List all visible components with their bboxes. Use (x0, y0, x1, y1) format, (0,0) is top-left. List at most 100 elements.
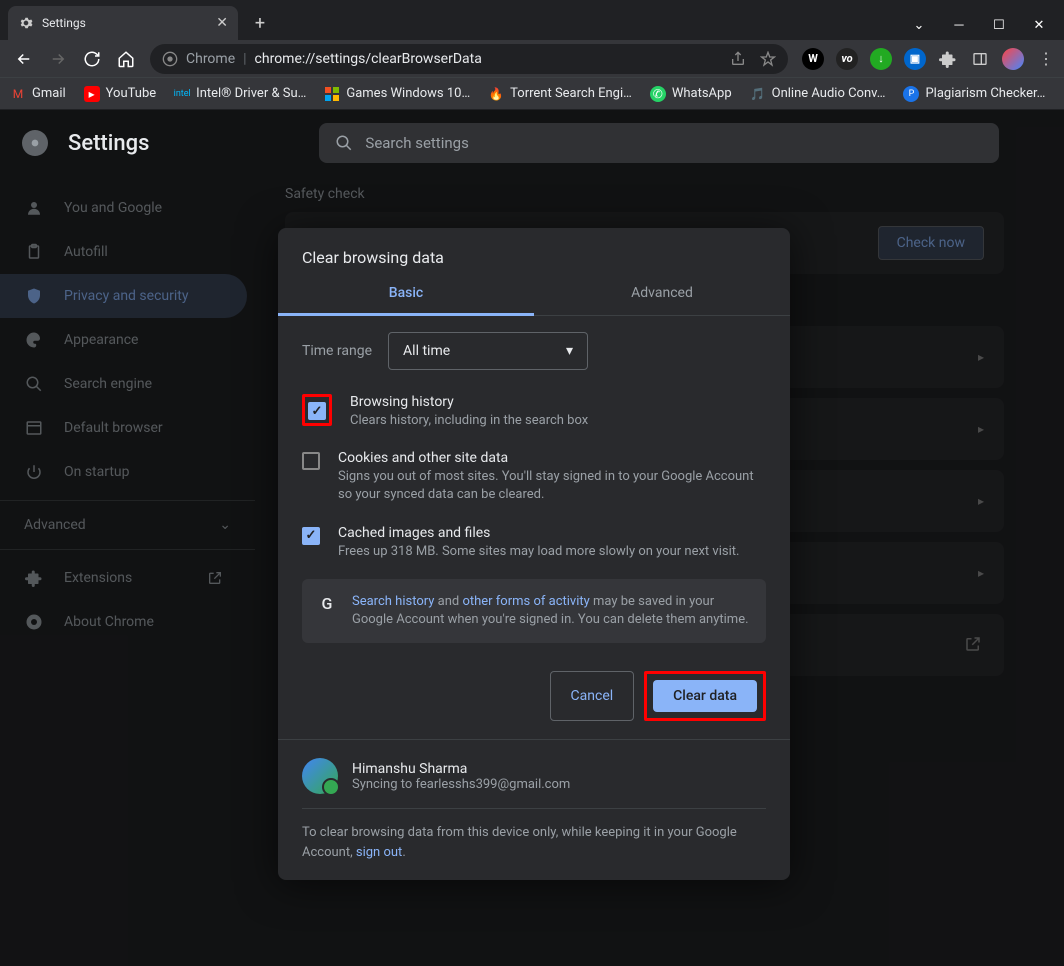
chevron-down-icon: ⌄ (219, 517, 231, 533)
settings-header: Settings Search settings (0, 110, 1064, 176)
close-window-icon[interactable]: ✕ (1030, 16, 1048, 34)
dropdown-arrow-icon: ▾ (566, 343, 573, 359)
profile-avatar-icon[interactable] (1002, 48, 1024, 70)
ext-icon-1[interactable]: W (802, 48, 824, 70)
settings-icon (18, 15, 34, 31)
chevron-right-icon: ▸ (978, 494, 984, 508)
window-controls: ⌄ ─ ☐ ✕ (910, 16, 1064, 40)
search-history-link[interactable]: Search history (352, 594, 434, 609)
palette-icon (24, 330, 44, 350)
sidebar-item-privacy[interactable]: Privacy and security (0, 274, 247, 318)
bookmarks-bar: MGmail ▸YouTube intelIntel® Driver & Su…… (0, 78, 1064, 110)
forward-icon[interactable] (48, 49, 68, 69)
sidebar-item-autofill[interactable]: Autofill (0, 230, 247, 274)
google-g-icon: G (316, 593, 338, 615)
option-cached[interactable]: Cached images and files Frees up 318 MB.… (302, 515, 766, 571)
tab-advanced[interactable]: Advanced (534, 271, 790, 315)
extension-icons: W vo ↓ ▣ ⋮ (796, 48, 1056, 70)
checkbox[interactable] (302, 527, 320, 545)
toolbar: Chrome | chrome://settings/clearBrowserD… (0, 40, 1064, 78)
clipboard-icon (24, 242, 44, 262)
other-activity-link[interactable]: other forms of activity (462, 594, 589, 609)
url-scheme: Chrome (186, 51, 235, 67)
sidebar-item-default-browser[interactable]: Default browser (0, 406, 247, 450)
sidebar-item-about[interactable]: About Chrome (0, 600, 247, 644)
minimize-icon[interactable]: ─ (950, 16, 968, 34)
browser-icon (24, 418, 44, 438)
sidebar-item-on-startup[interactable]: On startup (0, 450, 247, 494)
profile-row: Himanshu Sharma Syncing to fearlesshs399… (302, 758, 766, 794)
clear-data-button[interactable]: Clear data (653, 680, 757, 712)
star-icon[interactable] (760, 51, 776, 67)
power-icon (24, 462, 44, 482)
ext-icon-3[interactable]: ↓ (870, 48, 892, 70)
search-placeholder: Search settings (365, 134, 468, 152)
sidebar-item-extensions[interactable]: Extensions (0, 556, 247, 600)
search-icon (24, 374, 44, 394)
bookmark-item[interactable]: MGmail (10, 86, 66, 102)
timerange-label: Time range (302, 343, 372, 359)
tab-basic[interactable]: Basic (278, 271, 534, 315)
open-external-icon (964, 635, 984, 655)
search-settings-input[interactable]: Search settings (319, 123, 999, 163)
bookmark-item[interactable]: ▸YouTube (84, 86, 157, 102)
person-icon (24, 198, 44, 218)
browser-tab[interactable]: Settings ✕ (8, 6, 238, 40)
sidebar-item-appearance[interactable]: Appearance (0, 318, 247, 362)
clear-browsing-data-dialog: Clear browsing data Basic Advanced Time … (278, 228, 790, 880)
bookmark-item[interactable]: intelIntel® Driver & Su… (174, 86, 306, 102)
new-tab-button[interactable]: + (246, 9, 274, 37)
signout-text: To clear browsing data from this device … (302, 823, 766, 862)
chevron-right-icon: ▸ (978, 422, 984, 436)
reload-icon[interactable] (82, 49, 102, 69)
profile-sync: Syncing to fearlesshs399@gmail.com (352, 777, 570, 792)
bookmark-item[interactable]: 🔥Torrent Search Engi… (488, 86, 632, 102)
shield-icon (24, 286, 44, 306)
page-title: Settings (68, 131, 149, 156)
tab-title: Settings (42, 16, 86, 30)
bookmark-item[interactable]: Games Windows 10… (324, 86, 470, 102)
sidebar-item-search-engine[interactable]: Search engine (0, 362, 247, 406)
ext-icon-4[interactable]: ▣ (904, 48, 926, 70)
checkbox[interactable] (308, 402, 326, 420)
sign-out-link[interactable]: sign out (356, 845, 402, 860)
extensions-icon (24, 568, 44, 588)
maximize-icon[interactable]: ☐ (990, 16, 1008, 34)
extensions-icon[interactable] (938, 49, 958, 69)
info-card: G Search history and other forms of acti… (302, 579, 766, 643)
close-tab-icon[interactable]: ✕ (216, 15, 228, 31)
chevron-right-icon: ▸ (978, 566, 984, 580)
avatar (302, 758, 338, 794)
share-icon[interactable] (730, 51, 746, 67)
chevron-right-icon: ▸ (978, 350, 984, 364)
titlebar: Settings ✕ + ⌄ ─ ☐ ✕ (0, 0, 1064, 40)
option-cookies[interactable]: Cookies and other site data Signs you ou… (302, 440, 766, 514)
timerange-select[interactable]: All time ▾ (388, 332, 588, 370)
sidebar-advanced[interactable]: Advanced⌄ (0, 500, 255, 550)
search-icon (335, 134, 353, 152)
chevron-down-icon[interactable]: ⌄ (910, 16, 928, 34)
home-icon[interactable] (116, 49, 136, 69)
bookmark-item[interactable]: PPlagiarism Checker… (903, 86, 1045, 102)
back-icon[interactable] (14, 49, 34, 69)
open-external-icon (207, 570, 223, 586)
settings-sidebar: You and Google Autofill Privacy and secu… (0, 110, 255, 966)
chrome-logo-icon (22, 130, 48, 156)
section-label: Safety check (285, 186, 1004, 202)
panel-icon[interactable] (970, 49, 990, 69)
dialog-title: Clear browsing data (278, 228, 790, 271)
bookmark-item[interactable]: ✆WhatsApp (650, 86, 732, 102)
profile-name: Himanshu Sharma (352, 761, 570, 777)
option-browsing-history[interactable]: Browsing history Clears history, includi… (302, 384, 766, 440)
chrome-scheme-icon (162, 51, 178, 67)
check-now-button[interactable]: Check now (878, 226, 984, 260)
url-path: chrome://settings/clearBrowserData (255, 51, 482, 67)
sidebar-item-you-and-google[interactable]: You and Google (0, 186, 247, 230)
cancel-button[interactable]: Cancel (550, 671, 635, 721)
chrome-icon (24, 612, 44, 632)
checkbox[interactable] (302, 452, 320, 470)
ext-icon-2[interactable]: vo (836, 48, 858, 70)
bookmark-item[interactable]: 🎵Online Audio Conv… (750, 86, 886, 102)
omnibox[interactable]: Chrome | chrome://settings/clearBrowserD… (150, 44, 788, 74)
menu-icon[interactable]: ⋮ (1036, 49, 1056, 69)
